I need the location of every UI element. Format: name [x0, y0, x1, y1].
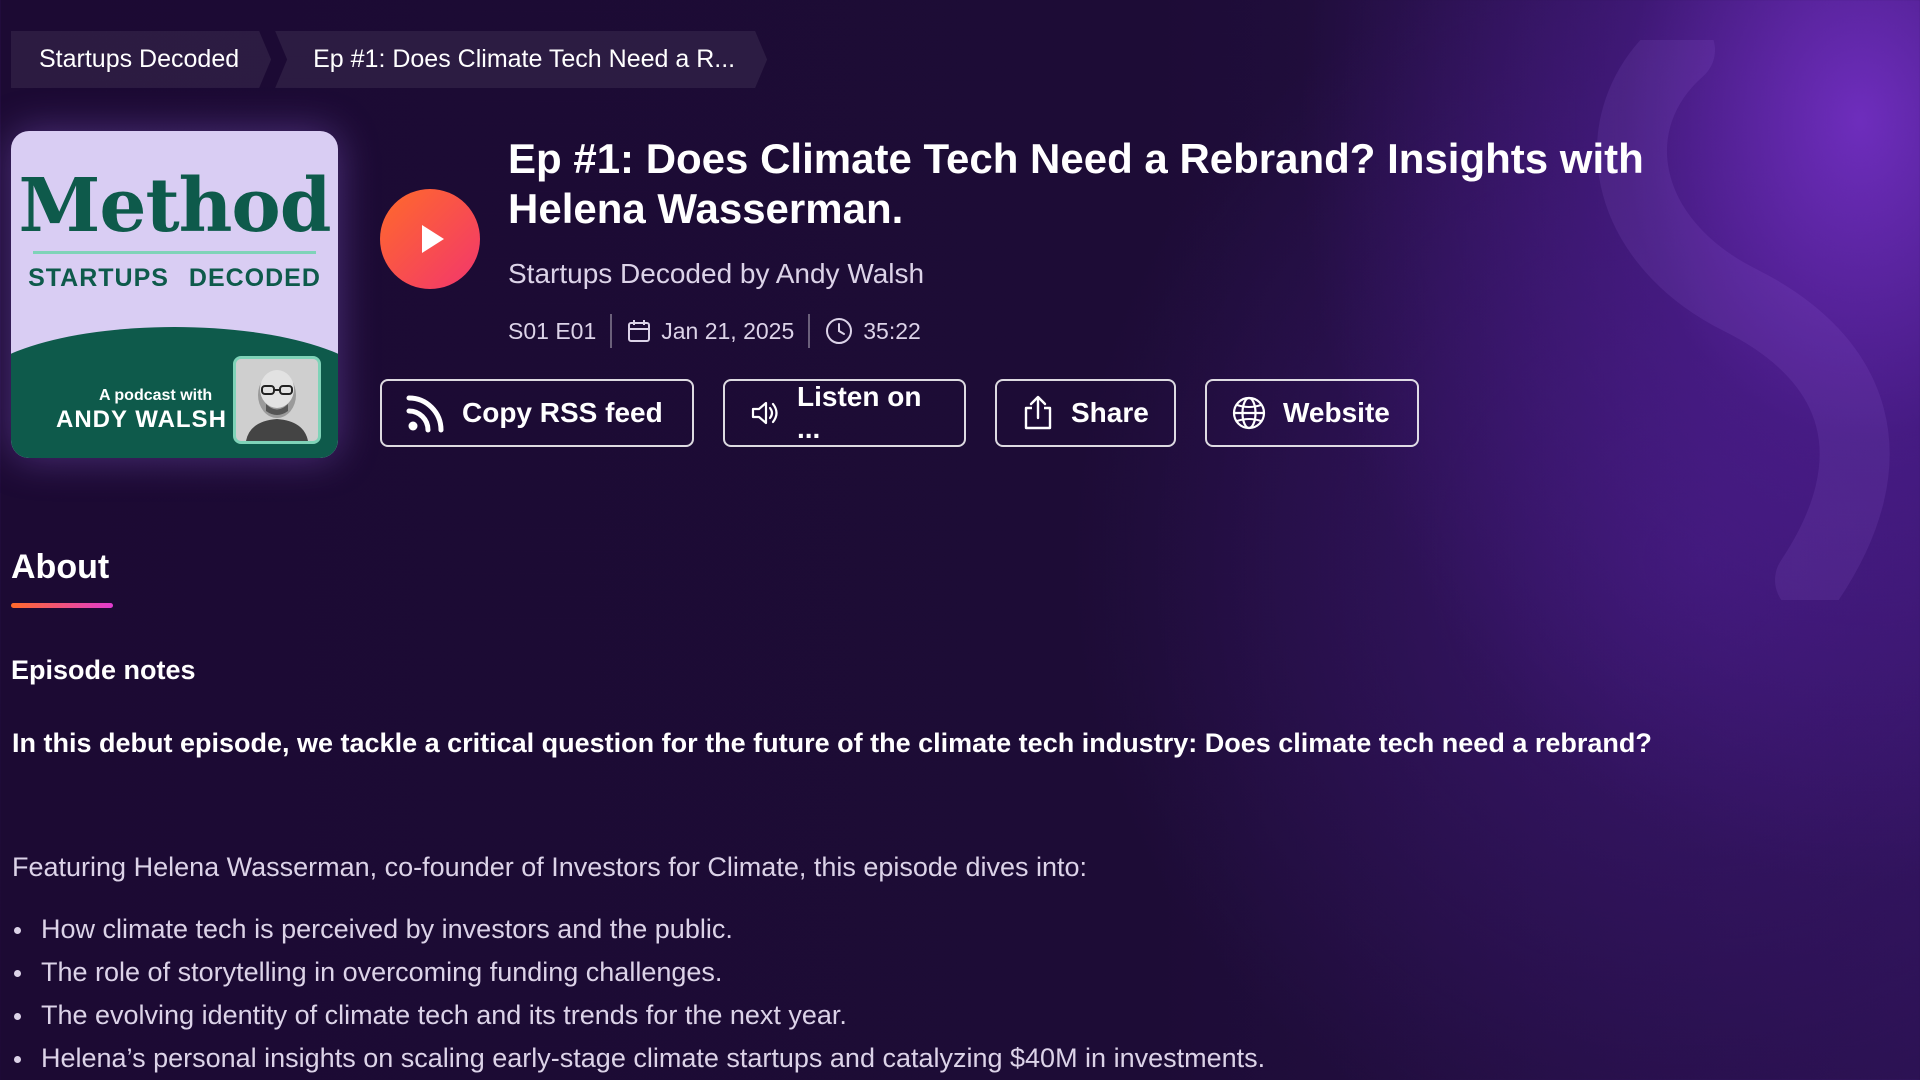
host-photo	[233, 356, 321, 444]
episode-date: Jan 21, 2025	[661, 317, 795, 344]
episode-author[interactable]: Startups Decoded by Andy Walsh	[508, 258, 924, 290]
episode-duration: 35:22	[863, 317, 921, 344]
background-swoosh	[1597, 40, 1890, 600]
calendar-icon	[626, 318, 652, 344]
share-icon	[1021, 395, 1055, 431]
about-tab-underline	[11, 603, 113, 608]
list-item: The evolving identity of climate tech an…	[12, 994, 1265, 1037]
podcast-cover-art: Method STARTUPS DECODED A podcast with A…	[11, 131, 338, 458]
breadcrumb-label: Startups Decoded	[39, 45, 240, 73]
copy-rss-feed-label: Copy RSS feed	[462, 397, 663, 428]
cover-tagline: A podcast with	[99, 387, 213, 404]
breadcrumb-label: Ep #1: Does Climate Tech Need a R...	[313, 45, 736, 73]
website-button[interactable]: Website	[1205, 379, 1419, 447]
action-bar: Copy RSS feed Listen on ... Share Websit…	[380, 379, 1419, 447]
copy-rss-feed-button[interactable]: Copy RSS feed	[380, 379, 694, 447]
breadcrumb-item-podcast[interactable]: Startups Decoded	[11, 31, 271, 88]
about-tab[interactable]: About	[11, 548, 109, 587]
list-item: The role of storytelling in overcoming f…	[12, 951, 1265, 994]
cover-brand: Method	[18, 163, 331, 249]
episode-notes-featuring: Featuring Helena Wasserman, co-founder o…	[12, 852, 1088, 882]
meta-divider	[808, 314, 811, 348]
share-button[interactable]: Share	[995, 379, 1176, 447]
rss-icon	[406, 393, 446, 433]
listen-on-label: Listen on ...	[797, 381, 922, 444]
episode-notes-list: How climate tech is perceived by investo…	[12, 908, 1265, 1080]
host-photo-icon	[236, 359, 318, 441]
cover-host: ANDY WALSH	[56, 406, 227, 433]
play-icon	[422, 225, 444, 253]
episode-notes-intro: In this debut episode, we tackle a criti…	[12, 728, 1652, 758]
episode-title: Ep #1: Does Climate Tech Need a Rebrand?…	[508, 135, 1644, 232]
breadcrumb-item-episode[interactable]: Ep #1: Does Climate Tech Need a R...	[275, 31, 767, 88]
breadcrumb: Startups Decoded Ep #1: Does Climate Tec…	[11, 31, 767, 88]
season-episode: S01 E01	[508, 317, 597, 344]
clock-icon	[824, 316, 854, 346]
listen-on-button[interactable]: Listen on ...	[723, 379, 966, 447]
speaker-icon	[749, 397, 781, 429]
play-button[interactable]	[380, 189, 480, 289]
meta-divider	[610, 314, 613, 348]
globe-icon	[1231, 395, 1267, 431]
list-item: Helena’s personal insights on scaling ea…	[12, 1037, 1265, 1080]
list-item: How climate tech is perceived by investo…	[12, 908, 1265, 951]
share-label: Share	[1071, 397, 1149, 428]
cover-subtitle: STARTUPS DECODED	[28, 264, 321, 292]
website-label: Website	[1283, 397, 1390, 428]
cover-divider	[33, 251, 316, 254]
episode-meta: S01 E01 Jan 21, 2025 35:22	[508, 313, 921, 349]
episode-notes-heading: Episode notes	[11, 655, 196, 685]
